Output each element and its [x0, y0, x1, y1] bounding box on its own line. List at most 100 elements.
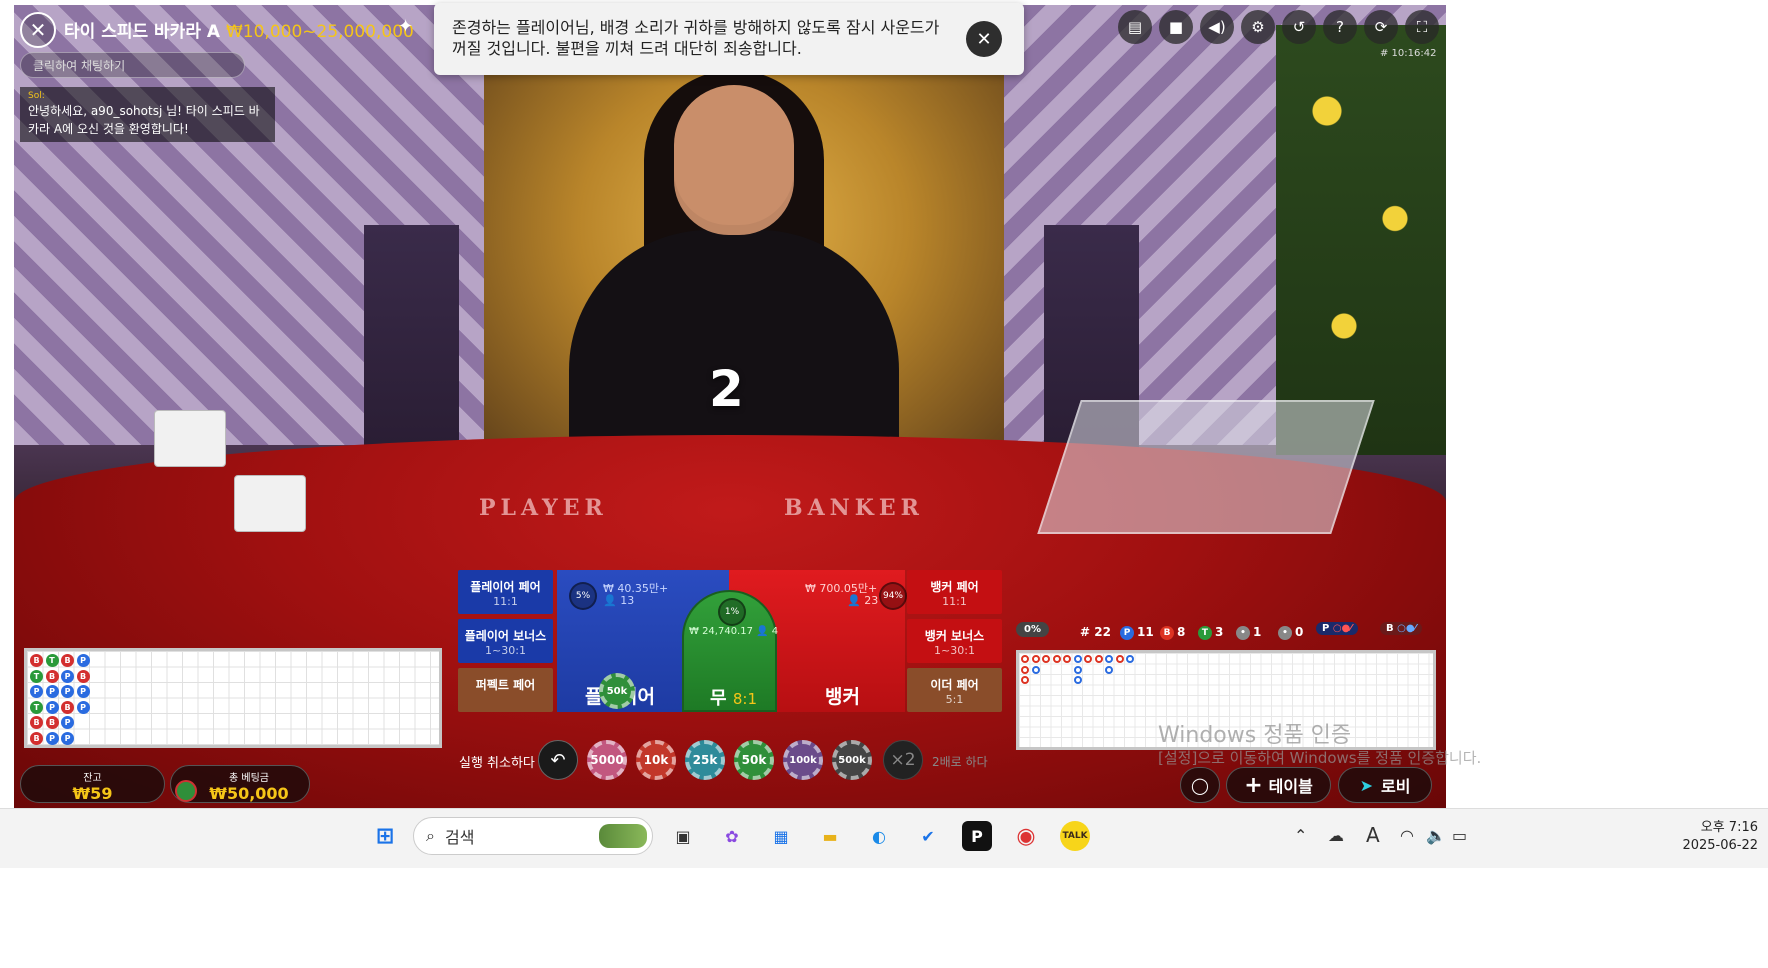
chrome-button[interactable]: ◉ [1011, 821, 1041, 851]
bead-B: B [30, 716, 43, 729]
perfect-pair-bet[interactable]: 퍼펙트 페어 [458, 668, 553, 712]
chip-5000[interactable]: 5000 [587, 740, 627, 780]
card-stack [154, 410, 226, 467]
tray-overflow-icon[interactable]: ⌃ [1294, 826, 1307, 845]
chat-icon: ▤ [1127, 18, 1143, 36]
player-pair-bet[interactable]: 플레이어 페어 11:1 [458, 570, 553, 614]
edge-button[interactable]: ◐ [864, 821, 894, 851]
volume-icon[interactable]: 🔈 [1426, 826, 1446, 845]
store-button[interactable]: ▦ [766, 821, 796, 851]
clock-date: 2025-06-22 [1682, 838, 1758, 853]
chip-10k[interactable]: 10k [636, 740, 676, 780]
banker-bonus-label: 뱅커 보너스 [924, 629, 985, 643]
p-app-icon: P [971, 826, 983, 846]
bead-P: P [76, 654, 90, 667]
task-view-icon: ▣ [675, 826, 691, 846]
either-pair-bet[interactable]: 이더 페어 5:1 [907, 668, 1002, 712]
total-bet-display: 총 베팅금 ₩50,000 [170, 765, 310, 803]
person-icon: 👤 [603, 594, 617, 607]
close-icon: ✕ [976, 28, 992, 50]
search-placeholder: 검색 [444, 828, 475, 847]
taskbar-search[interactable]: ⌕ 검색 [413, 817, 653, 855]
bead-B: B [45, 716, 59, 729]
video-toggle-button[interactable]: ■ [1159, 10, 1193, 44]
add-table-button[interactable]: + 테이블 [1226, 767, 1331, 803]
banker-label: 뱅커 [825, 686, 860, 708]
tie-odds: 8:1 [732, 690, 757, 708]
player-bonus-bet[interactable]: 플레이어 보너스 1~30:1 [458, 619, 553, 663]
road-mark-P [1073, 676, 1082, 684]
chip-stack-icon [175, 780, 197, 802]
lobby-button[interactable]: ➤ 로비 [1338, 767, 1432, 803]
table-banker-word: BANKER [784, 495, 924, 521]
help-button[interactable]: ? [1323, 10, 1357, 44]
battery-icon[interactable]: ▭ [1452, 826, 1467, 845]
chip-25k[interactable]: 25k [685, 740, 725, 780]
notice-close-button[interactable]: ✕ [966, 21, 1002, 57]
todo-button[interactable]: ✔ [913, 821, 943, 851]
chip-500k[interactable]: 500k [832, 740, 872, 780]
copilot-button[interactable]: ✿ [717, 821, 747, 851]
task-view-button[interactable]: ▣ [668, 821, 698, 851]
chat-toggle-button[interactable]: ▤ [1118, 10, 1152, 44]
history-button[interactable]: ↺ [1282, 10, 1316, 44]
tie-badge-icon: T [1198, 625, 1212, 640]
player-pair-count-value: 1 [1253, 625, 1262, 639]
start-button[interactable]: ⊞ [370, 821, 400, 851]
app-p-button[interactable]: P [962, 821, 992, 851]
bead-road[interactable]: BTBPTBPBPPPPTPBPBBPBPP [24, 648, 442, 748]
close-icon: ✕ [29, 18, 47, 42]
lobby-label: 로비 [1380, 777, 1411, 796]
flower-decoration [1276, 25, 1446, 455]
bet-limits: ₩10,000~25,000,000 [225, 22, 414, 42]
ime-indicator[interactable]: A [1366, 823, 1380, 847]
bead-B: B [76, 669, 90, 683]
close-game-button[interactable]: ✕ [20, 12, 56, 48]
chat-input[interactable]: 클릭하여 채팅하기 [20, 52, 245, 78]
banker-pair-bet[interactable]: 뱅커 페어 11:1 [907, 570, 1002, 614]
predict-markers-icon: ○●⁄ [1397, 623, 1417, 634]
bead-B: B [61, 654, 74, 667]
file-explorer-button[interactable]: ▬ [815, 821, 845, 851]
player-predict-button[interactable]: P ○●⁄ [1316, 622, 1358, 635]
person-icon: 👤 [847, 594, 861, 607]
copilot-icon: ✿ [725, 826, 739, 846]
folder-icon: ▬ [822, 826, 838, 846]
chip-100k[interactable]: 100k [783, 740, 823, 780]
sound-icon: ◀) [1208, 18, 1226, 36]
player-predict-label: P [1322, 623, 1330, 634]
double-button[interactable]: ×2 [883, 740, 923, 780]
player-badge-icon: P [1120, 625, 1134, 640]
windows-activation-hint: [설정]으로 이동하여 Windows를 정품 인증합니다. [1158, 749, 1482, 767]
player-count: 👤 13 [603, 594, 634, 607]
help-icon: ? [1336, 18, 1344, 36]
player-pair-count: • 1 [1236, 625, 1261, 640]
system-clock[interactable]: 오후 7:16 2025-06-22 [1682, 819, 1758, 855]
player-pair-odds: 11:1 [493, 595, 518, 608]
banker-pair-count: • 0 [1278, 625, 1303, 640]
perfect-pair-label: 퍼펙트 페어 [475, 678, 536, 692]
chat-bubble-button[interactable]: ◯ [1180, 767, 1220, 803]
balance-label: 잔고 [83, 773, 102, 784]
undo-button[interactable]: ↶ [538, 740, 578, 780]
onedrive-icon[interactable]: ☁ [1328, 826, 1344, 845]
chip-50k[interactable]: 50k [734, 740, 774, 780]
player-wins-value: 11 [1137, 625, 1154, 639]
bead-P: P [76, 685, 90, 698]
sound-toggle-button[interactable]: ◀) [1200, 10, 1234, 44]
checkmark-icon: ✔ [921, 826, 935, 846]
road-mark-B [1084, 655, 1092, 663]
road-mark-P [1105, 655, 1113, 663]
reload-button[interactable]: ⟳ [1364, 10, 1398, 44]
add-table-label: 테이블 [1268, 777, 1313, 796]
wifi-icon[interactable]: ◠ [1400, 826, 1414, 845]
settings-button[interactable]: ⚙ [1241, 10, 1275, 44]
game-name: 타이 스피드 바카라 A [64, 22, 221, 42]
kakaotalk-button[interactable]: TALK [1060, 821, 1090, 851]
chrome-icon: ◉ [1016, 823, 1036, 849]
favorite-icon[interactable]: ✦ [398, 16, 413, 37]
tie-bet-area[interactable]: 1% ₩ 24,740.17 👤 4 무 8:1 [682, 590, 778, 712]
fullscreen-button[interactable]: ⛶ [1405, 10, 1439, 44]
banker-bonus-bet[interactable]: 뱅커 보너스 1~30:1 [907, 619, 1002, 663]
banker-predict-button[interactable]: B ○●⁄ [1380, 622, 1423, 635]
